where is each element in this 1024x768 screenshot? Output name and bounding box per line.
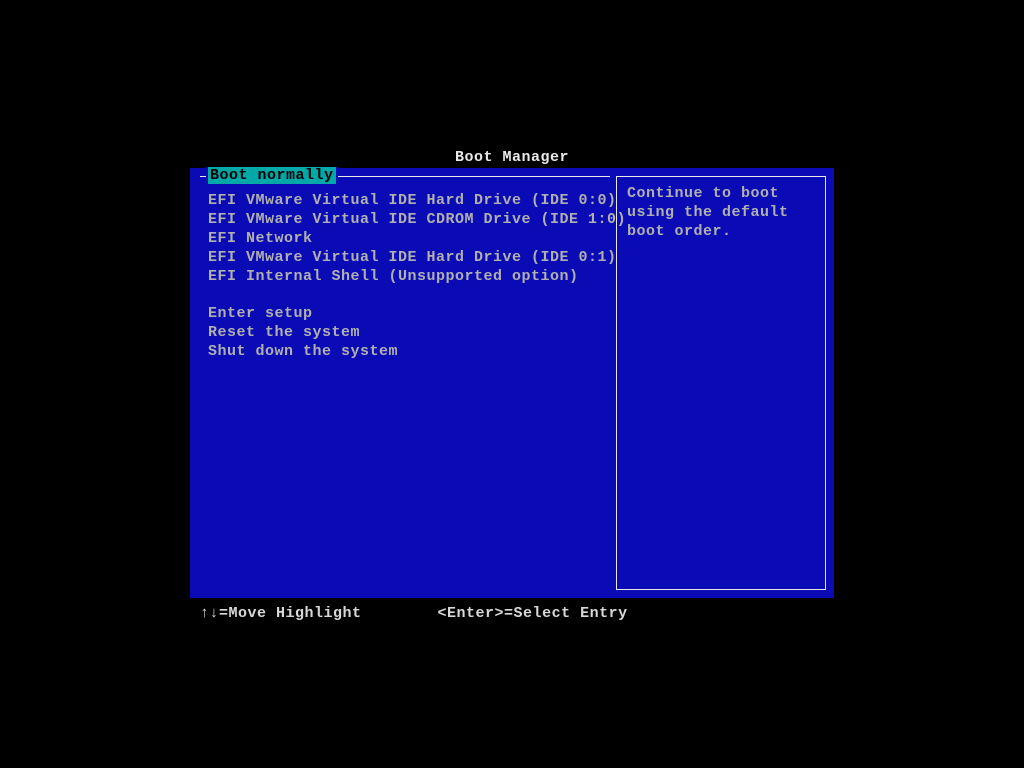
enter-setup[interactable]: Enter setup: [200, 304, 610, 323]
boot-option[interactable]: EFI Network: [200, 229, 610, 248]
info-box: Continue to boot using the default boot …: [616, 176, 826, 590]
spacer: [200, 286, 610, 304]
shutdown-system[interactable]: Shut down the system: [200, 342, 610, 361]
menu-legend: Boot normally: [206, 167, 338, 184]
boot-option[interactable]: EFI VMware Virtual IDE Hard Drive (IDE 0…: [200, 248, 610, 267]
hint-move: ↑↓=Move Highlight: [200, 605, 362, 622]
page-title: Boot Manager: [0, 149, 1024, 166]
menu-selected[interactable]: Boot normally: [208, 167, 336, 184]
hint-select: <Enter>=Select Entry: [438, 605, 628, 622]
boot-option[interactable]: EFI VMware Virtual IDE Hard Drive (IDE 0…: [200, 191, 610, 210]
boot-option[interactable]: EFI VMware Virtual IDE CDROM Drive (IDE …: [200, 210, 610, 229]
reset-system[interactable]: Reset the system: [200, 323, 610, 342]
boot-option[interactable]: EFI Internal Shell (Unsupported option): [200, 267, 610, 286]
footer-hints: ↑↓=Move Highlight <Enter>=Select Entry: [200, 605, 628, 622]
boot-menu-box: Boot normally EFI VMware Virtual IDE Har…: [200, 176, 610, 586]
boot-manager-panel: Boot normally EFI VMware Virtual IDE Har…: [190, 168, 834, 598]
